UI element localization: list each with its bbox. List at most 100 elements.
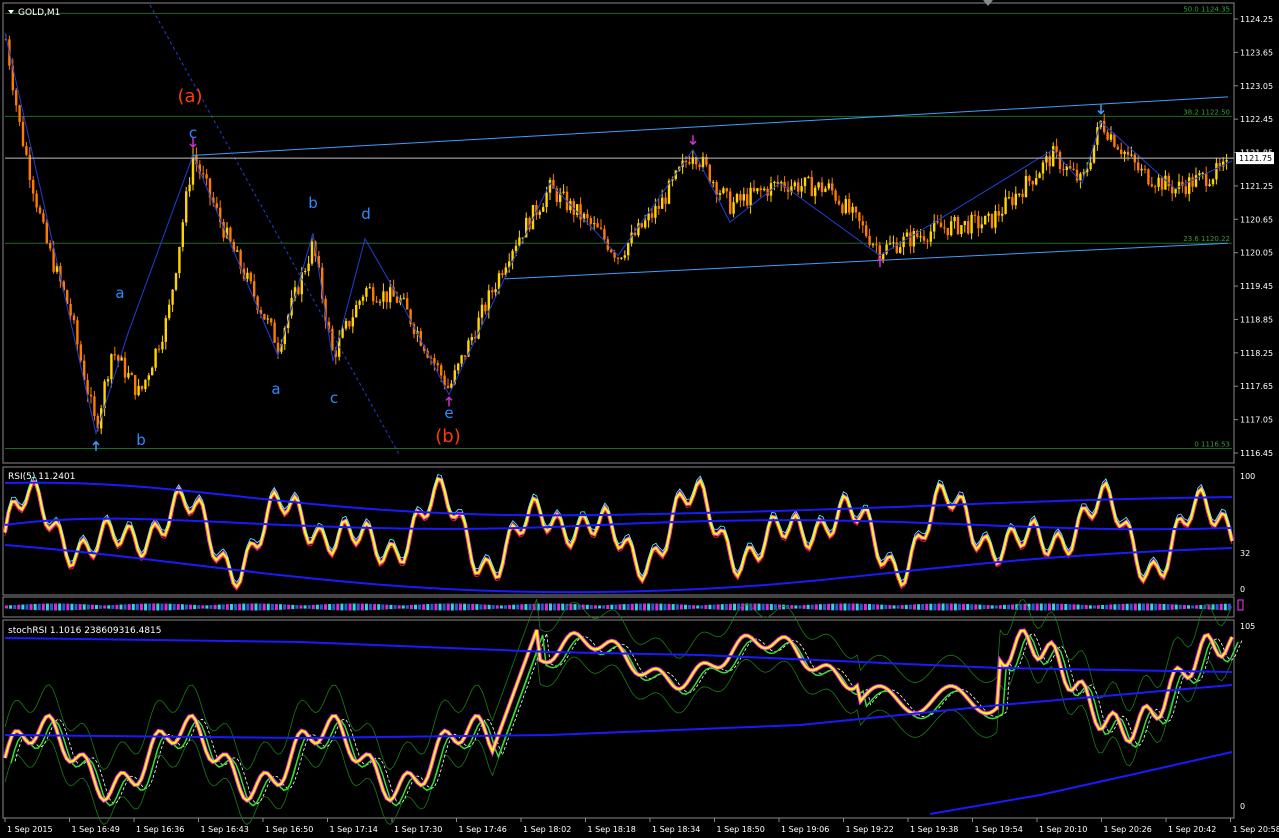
histogram-bar xyxy=(864,604,867,610)
histogram-bar xyxy=(913,604,916,609)
rsi-axis-label: 32 xyxy=(1240,549,1250,558)
candle-body xyxy=(862,221,864,225)
candle-body xyxy=(919,236,921,237)
histogram-bar xyxy=(1154,604,1157,611)
wave-label: a xyxy=(271,380,280,398)
candle-body xyxy=(943,227,945,228)
candle-body xyxy=(879,245,881,259)
candle-body xyxy=(817,182,819,187)
histogram-bar xyxy=(606,605,609,609)
candle-body xyxy=(804,178,806,187)
candle-body xyxy=(1164,176,1166,190)
candle-body xyxy=(709,165,711,183)
candle-body xyxy=(644,220,646,227)
candle-body xyxy=(120,358,122,361)
candle-body xyxy=(736,194,738,202)
histogram-bar xyxy=(880,605,883,610)
candle-body xyxy=(981,224,983,228)
rsi-axis-label: 0 xyxy=(1240,585,1245,594)
histogram-bar xyxy=(70,604,73,610)
candle-body xyxy=(1025,176,1027,197)
candle-body xyxy=(953,217,955,221)
candle-body xyxy=(1140,169,1142,170)
histogram-bar xyxy=(54,604,57,611)
candle-body xyxy=(858,212,860,221)
histogram-bar xyxy=(1056,604,1059,611)
chart-canvas[interactable]: 50.0 1124.3538.2 1122.5023.6 1120.220 11… xyxy=(0,0,1279,834)
chart-shift-marker[interactable] xyxy=(983,0,993,6)
histogram-bar xyxy=(643,604,646,611)
histogram-bar xyxy=(917,604,920,610)
histogram-bar xyxy=(1019,604,1022,610)
histogram-bar xyxy=(1003,605,1006,609)
histogram-bar xyxy=(426,604,429,610)
histogram-bar xyxy=(610,605,613,610)
candle-body xyxy=(464,355,466,356)
histogram-bar xyxy=(222,604,225,609)
candle-body xyxy=(471,337,473,340)
candle-body xyxy=(515,246,517,251)
histogram-bar xyxy=(332,604,335,610)
candle-body xyxy=(267,319,269,320)
candle-body xyxy=(311,242,313,264)
candle-body xyxy=(753,188,755,191)
wave-label: (a) xyxy=(177,86,202,107)
histogram-bar xyxy=(267,604,270,611)
candle-body xyxy=(1202,173,1204,174)
histogram-bar xyxy=(111,605,114,609)
time-axis-label: 1 Sep 17:30 xyxy=(394,825,442,834)
candle-body xyxy=(168,305,170,318)
histogram-bar xyxy=(659,604,662,611)
histogram-bar xyxy=(1130,604,1133,611)
histogram-bar xyxy=(1175,605,1178,610)
histogram-bar xyxy=(340,604,343,611)
histogram-bar xyxy=(275,604,278,610)
histogram-bar xyxy=(700,605,703,608)
candle-body xyxy=(1055,146,1057,152)
histogram-bar xyxy=(888,605,891,609)
candle-body xyxy=(1011,197,1013,205)
histogram-bar xyxy=(238,604,241,611)
histogram-bar xyxy=(283,604,286,609)
time-axis-label: 1 Sep 18:18 xyxy=(588,825,636,834)
histogram-bar xyxy=(250,604,253,611)
price-axis-label: 1123.05 xyxy=(1240,82,1273,91)
histogram-bar xyxy=(1101,605,1104,609)
price-axis-label: 1124.25 xyxy=(1240,15,1273,24)
candle-body xyxy=(875,244,877,245)
histogram-bar xyxy=(447,604,450,611)
candle-body xyxy=(824,188,826,191)
histogram-bar xyxy=(1077,605,1080,610)
candle-body xyxy=(1191,177,1193,186)
histogram-bar xyxy=(1072,604,1075,609)
candle-body xyxy=(603,229,605,239)
candle-body xyxy=(617,258,619,259)
price-axis-label: 1118.25 xyxy=(1240,349,1273,358)
candle-body xyxy=(348,321,350,326)
histogram-bar xyxy=(1064,604,1067,610)
histogram-bar xyxy=(672,604,675,610)
rsi-title: RSI(5) 11.2401 xyxy=(8,472,75,482)
candle-body xyxy=(800,186,802,191)
fib-level-label: 38.2 1122.50 xyxy=(1183,108,1230,116)
candle-body xyxy=(307,264,309,271)
candle-body xyxy=(1212,179,1214,184)
histogram-bar xyxy=(1146,604,1149,611)
candle-body xyxy=(1205,173,1207,186)
histogram-bar xyxy=(995,605,998,608)
histogram-bar xyxy=(962,604,965,610)
rsi-pane-border xyxy=(3,467,1234,595)
candle-body xyxy=(175,273,177,290)
histogram-bar xyxy=(50,604,53,611)
candle-body xyxy=(263,314,265,320)
histogram-bar xyxy=(344,604,347,611)
candle-body xyxy=(484,305,486,312)
stoch-envelope-lower xyxy=(5,654,1232,825)
histogram-bar xyxy=(1113,604,1116,609)
candle-body xyxy=(593,223,595,224)
candle-body xyxy=(144,380,146,389)
histogram-bar xyxy=(586,605,589,610)
histogram-bar xyxy=(721,604,724,610)
candle-body xyxy=(165,318,167,342)
histogram-bar xyxy=(463,604,466,611)
